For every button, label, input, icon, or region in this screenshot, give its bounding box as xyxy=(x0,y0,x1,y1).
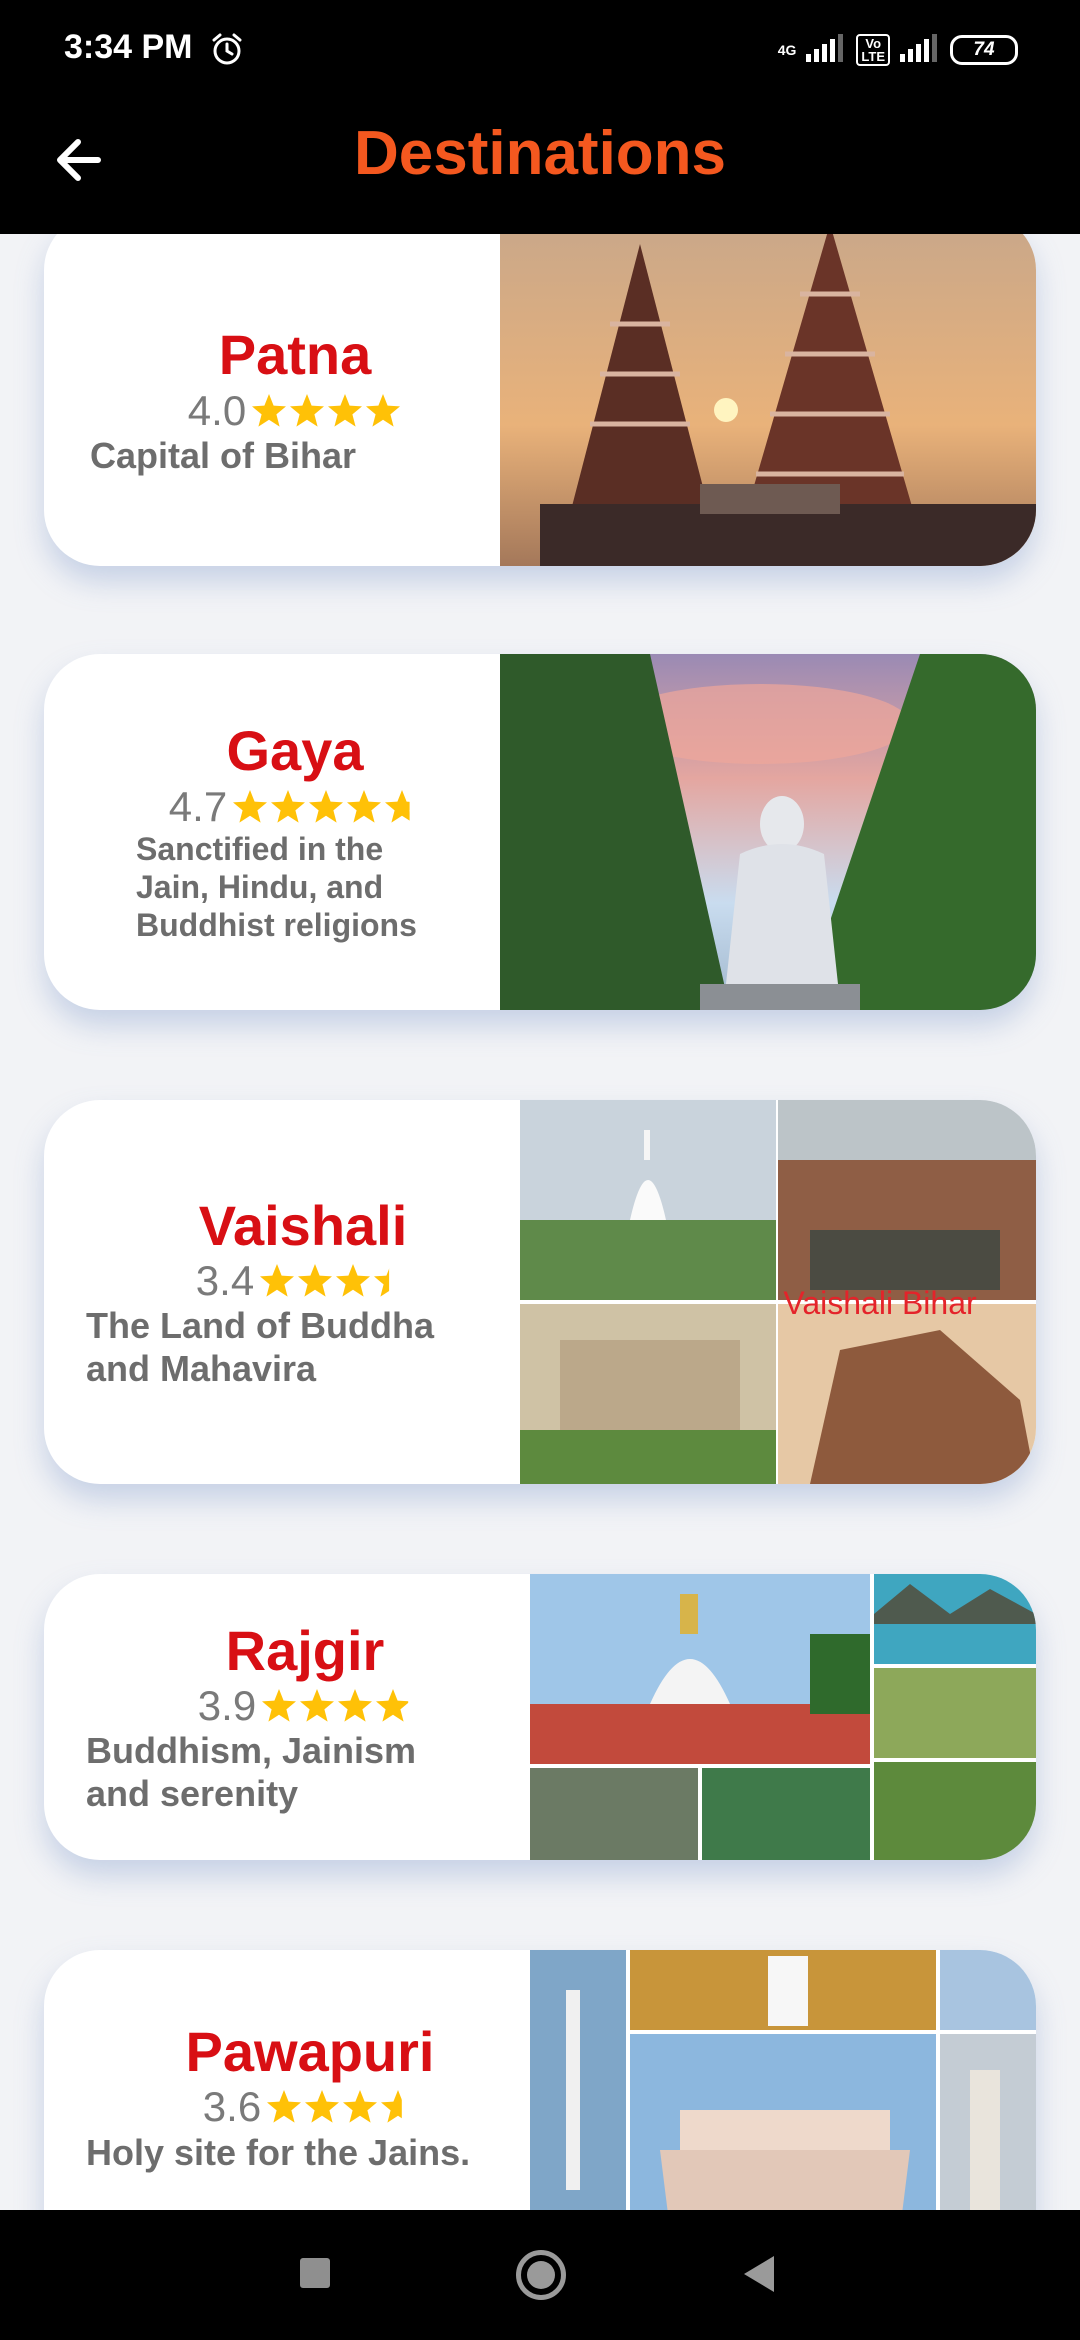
rating-stars xyxy=(260,1687,412,1725)
star-icon xyxy=(231,788,269,826)
circle-home-icon[interactable] xyxy=(516,2250,566,2300)
destination-name: Vaishali xyxy=(198,1193,408,1257)
triangle-back-icon[interactable] xyxy=(744,2256,774,2292)
star-icon xyxy=(334,1262,372,1300)
square-icon[interactable] xyxy=(300,2258,330,2288)
destination-card-rajgir[interactable]: Rajgir 3.9 Buddhism, Jainism and serenit… xyxy=(44,1574,1036,1860)
card-text: Gaya 4.7 Sanctified in the Jain, Hindu, … xyxy=(44,654,500,1010)
rating-value: 3.9 xyxy=(197,1681,257,1729)
back-button[interactable] xyxy=(48,130,108,190)
card-text: Vaishali 3.4 The Land of Buddha and Maha… xyxy=(44,1100,520,1484)
card-text: Patna 4.0 Capital of Bihar xyxy=(44,234,500,566)
star-icon xyxy=(298,1687,336,1725)
rating-row: 3.6 xyxy=(86,2084,534,2130)
volte-badge: Vo LTE xyxy=(856,34,890,66)
star-icon xyxy=(364,392,402,430)
rating-row: 3.9 xyxy=(86,1681,524,1729)
star-icon xyxy=(288,392,326,430)
star-icon xyxy=(265,2088,303,2126)
rating-stars xyxy=(265,2088,417,2126)
rajgir-collage-photo xyxy=(530,1574,1036,1860)
destinations-list[interactable]: Patna 4.0 Capital of Bihar Gaya 4.7 Sanc… xyxy=(0,234,1080,2210)
rating-value: 3.4 xyxy=(195,1256,255,1304)
rating-stars xyxy=(231,788,421,826)
buddha-statue-photo xyxy=(500,654,1036,1010)
app-bar: Destinations xyxy=(0,100,1080,234)
rating-value: 4.0 xyxy=(187,386,247,434)
signal-strength-icon-2 xyxy=(900,33,940,67)
pawapuri-collage-photo xyxy=(530,1950,1036,2210)
system-nav-bar xyxy=(0,2210,1080,2340)
status-icons: 4G Vo LTE 74 xyxy=(778,30,1018,70)
destination-name: Patna xyxy=(218,323,372,387)
destination-description: The Land of Buddha and Mahavira xyxy=(86,1305,434,1390)
network-type-label: 4G xyxy=(777,42,797,58)
star-icon xyxy=(260,1687,298,1725)
rating-stars xyxy=(258,1262,410,1300)
alarm-clock-icon xyxy=(210,32,244,66)
card-text: Pawapuri 3.6 Holy site for the Jains. xyxy=(44,1950,534,2210)
star-icon xyxy=(296,1262,334,1300)
collage-caption: Vaishali Bihar xyxy=(783,1285,977,1321)
status-time: 3:34 PM xyxy=(64,28,193,66)
rating-row: 4.7 xyxy=(90,782,500,830)
battery-icon: 74 xyxy=(950,35,1018,65)
vaishali-collage-photo: Vaishali Bihar xyxy=(520,1100,1036,1484)
rating-row: 4.0 xyxy=(90,386,500,434)
star-icon xyxy=(341,2088,379,2126)
status-bar: 3:34 PM 4G Vo LTE 74 xyxy=(0,0,1080,100)
destination-description: Capital of Bihar xyxy=(90,434,357,476)
star-icon xyxy=(372,1262,410,1300)
destination-card-patna[interactable]: Patna 4.0 Capital of Bihar xyxy=(44,234,1036,566)
destination-card-gaya[interactable]: Gaya 4.7 Sanctified in the Jain, Hindu, … xyxy=(44,654,1036,1010)
signal-strength-icon xyxy=(806,33,846,67)
card-text: Rajgir 3.9 Buddhism, Jainism and serenit… xyxy=(44,1574,524,1860)
star-icon xyxy=(326,392,364,430)
star-icon xyxy=(383,788,421,826)
arrow-left-icon xyxy=(57,139,101,181)
star-icon xyxy=(307,788,345,826)
destination-description: Holy site for the Jains. xyxy=(86,2131,471,2173)
battery-level: 74 xyxy=(973,39,995,60)
destination-description: Buddhism, Jainism and serenity xyxy=(86,1730,417,1815)
temple-photo xyxy=(500,234,1036,566)
star-icon xyxy=(379,2088,417,2126)
star-icon xyxy=(345,788,383,826)
destination-name: Gaya xyxy=(226,719,364,783)
star-icon xyxy=(303,2088,341,2126)
star-icon xyxy=(269,788,307,826)
rating-stars xyxy=(250,392,402,430)
rating-value: 3.6 xyxy=(202,2083,262,2131)
destination-name: Pawapuri xyxy=(185,2020,435,2083)
star-icon xyxy=(250,392,288,430)
rating-value: 4.7 xyxy=(168,782,228,830)
destination-card-pawapuri[interactable]: Pawapuri 3.6 Holy site for the Jains. xyxy=(44,1950,1036,2210)
rating-row: 3.4 xyxy=(86,1256,520,1304)
star-icon xyxy=(336,1687,374,1725)
destination-description: Sanctified in the Jain, Hindu, and Buddh… xyxy=(136,830,417,944)
page-title: Destinations xyxy=(353,119,727,188)
destination-name: Rajgir xyxy=(225,1618,385,1682)
destination-card-vaishali[interactable]: Vaishali 3.4 The Land of Buddha and Maha… xyxy=(44,1100,1036,1484)
star-icon xyxy=(374,1687,412,1725)
star-icon xyxy=(258,1262,296,1300)
